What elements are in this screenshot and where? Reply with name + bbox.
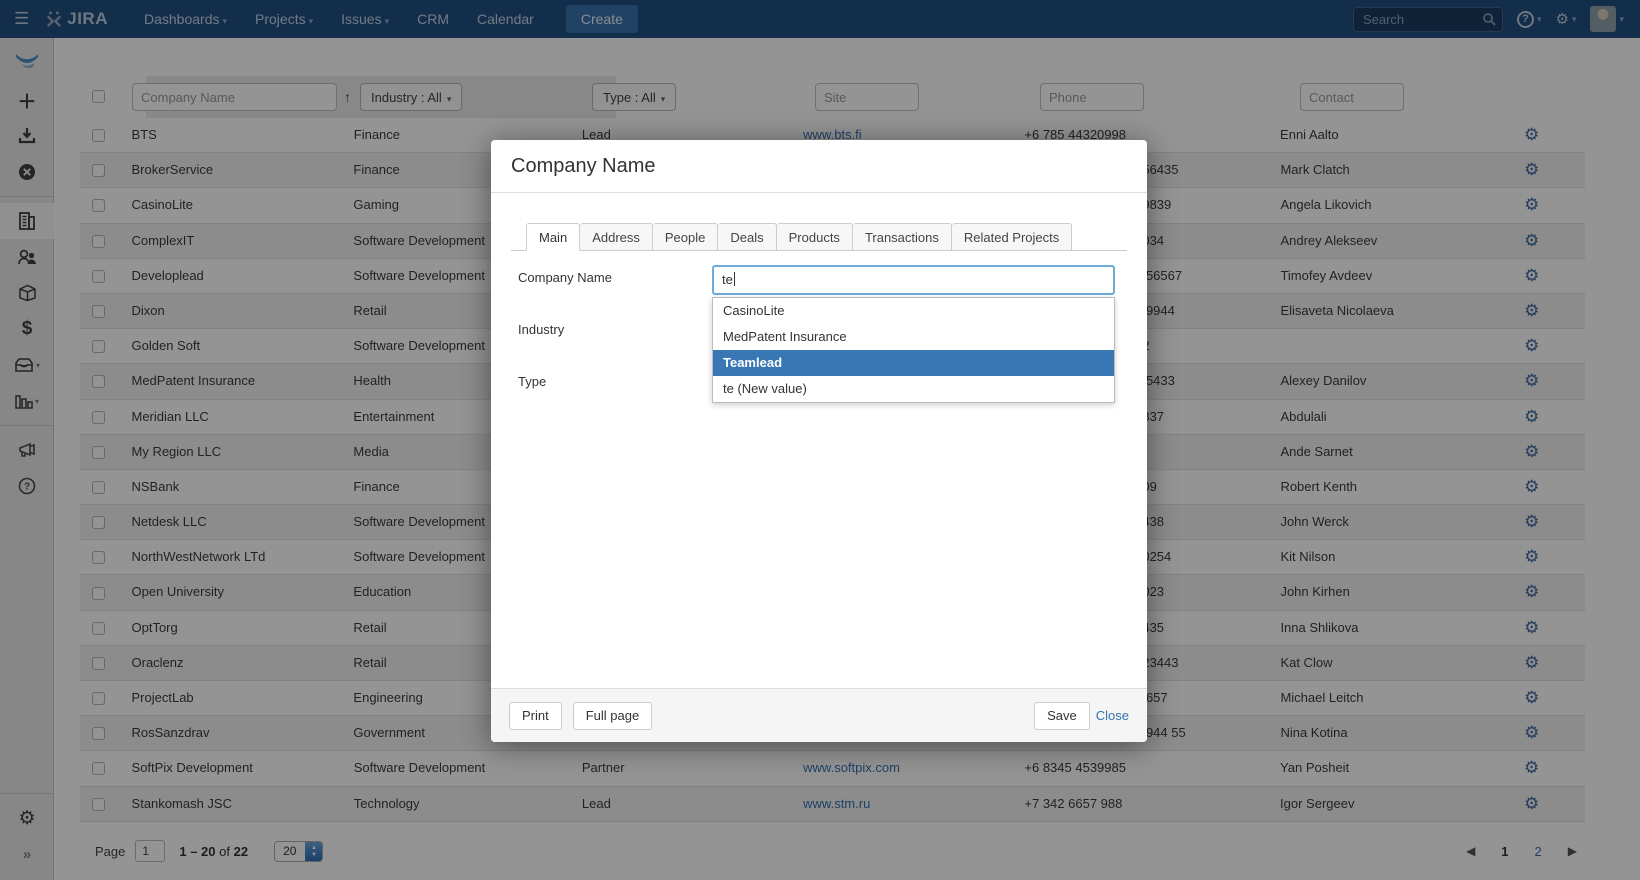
- dropdown-option-new-value[interactable]: te (New value): [713, 376, 1114, 402]
- tab-main[interactable]: Main: [526, 223, 580, 251]
- text-cursor: [734, 272, 735, 286]
- autocomplete-dropdown: CasinoLite MedPatent Insurance Teamlead …: [712, 297, 1115, 403]
- tab-related-projects[interactable]: Related Projects: [952, 223, 1072, 251]
- dialog-footer: Print Full page Save Close: [491, 688, 1147, 742]
- company-name-input[interactable]: te: [712, 265, 1115, 295]
- tab-address[interactable]: Address: [580, 223, 653, 251]
- tab-people[interactable]: People: [653, 223, 718, 251]
- dialog-header: Company Name: [491, 140, 1147, 193]
- dropdown-option-medpatent[interactable]: MedPatent Insurance: [713, 324, 1114, 350]
- close-link[interactable]: Close: [1096, 708, 1129, 723]
- dropdown-option-teamlead[interactable]: Teamlead: [713, 350, 1114, 376]
- tab-products[interactable]: Products: [777, 223, 853, 251]
- tab-transactions[interactable]: Transactions: [853, 223, 952, 251]
- industry-label: Industry: [518, 322, 564, 337]
- full-page-button[interactable]: Full page: [573, 702, 652, 730]
- save-button[interactable]: Save: [1034, 702, 1090, 730]
- dialog-tabs: Main Address People Deals Products Trans…: [511, 223, 1127, 251]
- type-label: Type: [518, 374, 546, 389]
- print-button[interactable]: Print: [509, 702, 562, 730]
- company-name-label: Company Name: [518, 270, 612, 285]
- dropdown-option-casinolite[interactable]: CasinoLite: [713, 298, 1114, 324]
- tab-deals[interactable]: Deals: [718, 223, 776, 251]
- company-dialog: Company Name Main Address People Deals P…: [491, 140, 1147, 742]
- dialog-title: Company Name: [511, 155, 1127, 178]
